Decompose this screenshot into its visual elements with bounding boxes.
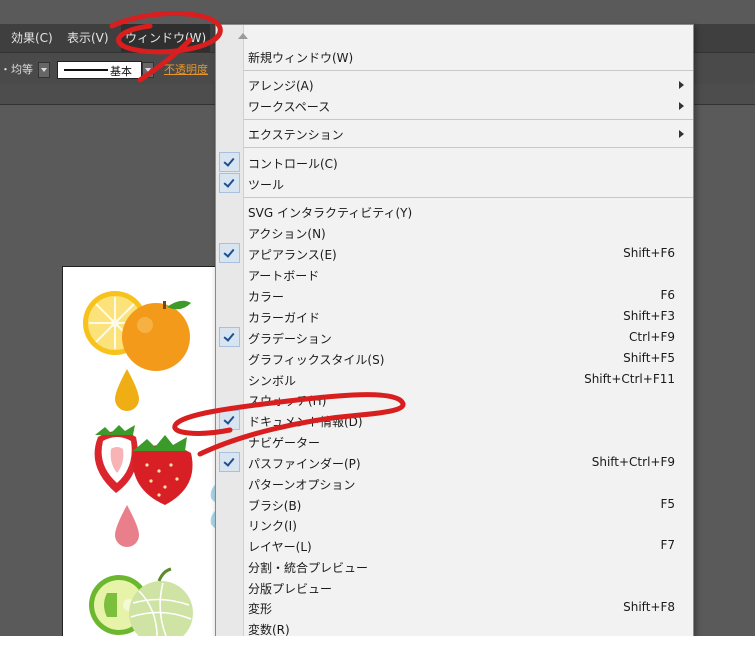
menu-item-actions[interactable]: アクション(N) (216, 222, 693, 243)
menu-item-transform[interactable]: 変形 Shift+F8 (216, 597, 693, 618)
menu-item-label: エクステンション (248, 128, 344, 142)
menu-item-artboards[interactable]: アートボード (216, 264, 693, 285)
menu-item-shortcut: F7 (660, 538, 675, 552)
menu-item-control[interactable]: コントロール(C) (216, 152, 693, 173)
menu-item-svg-interactivity[interactable]: SVG インタラクティビティ(Y) (216, 201, 693, 222)
scroll-up-icon[interactable] (238, 33, 248, 39)
menu-separator (244, 119, 693, 120)
menu-separator (244, 197, 693, 198)
checkmark-icon (219, 410, 240, 430)
menu-item-navigator[interactable]: ナビゲーター (216, 431, 693, 452)
menu-item-workspace[interactable]: ワークスペース (216, 95, 693, 116)
menu-item-separations-preview[interactable]: 分版プレビュー (216, 577, 693, 598)
menu-item-shortcut: Shift+F8 (623, 600, 675, 614)
menu-item-label: リンク(I) (248, 519, 297, 533)
menu-item-label: 分割・統合プレビュー (248, 561, 369, 575)
menu-item-symbols[interactable]: シンボル Shift+Ctrl+F11 (216, 369, 693, 390)
menu-item-graphic-styles[interactable]: グラフィックスタイル(S) Shift+F5 (216, 348, 693, 369)
menu-window[interactable]: ウィンドウ(W) (121, 24, 211, 52)
menu-item-label: アートボード (248, 269, 320, 283)
menu-item-brushes[interactable]: ブラシ(B) F5 (216, 494, 693, 515)
menu-item-label: カラー (248, 290, 285, 304)
menu-view[interactable]: 表示(V) (63, 24, 113, 52)
menu-separator (244, 147, 693, 148)
menu-item-label: コントロール(C) (248, 157, 338, 171)
menu-item-label: パスファインダー(P) (248, 457, 361, 471)
menu-item-color-guide[interactable]: カラーガイド Shift+F3 (216, 306, 693, 327)
menu-item-label: ブラシ(B) (248, 499, 302, 513)
cut-strawberry-illustration (94, 425, 138, 493)
yellow-drop-illustration (115, 369, 139, 411)
menu-item-label: パターンオプション (248, 478, 356, 492)
opacity-link[interactable]: 不透明度 (164, 61, 208, 77)
menu-item-shortcut: Shift+F6 (623, 246, 675, 260)
menu-item-shortcut: Shift+Ctrl+F9 (591, 455, 675, 469)
stroke-preview (64, 69, 108, 71)
menu-item-label: ナビゲーター (248, 436, 321, 450)
submenu-arrow-icon (679, 102, 684, 110)
menu-item-shortcut: Shift+F3 (623, 309, 675, 323)
checkmark-icon (219, 243, 240, 263)
menu-item-label: スウォッチ(H) (248, 394, 327, 408)
menu-effect[interactable]: 効果(C) (7, 24, 57, 52)
stroke-style-selector[interactable]: 基本 (57, 61, 142, 79)
window-dropdown-menu: 新規ウィンドウ(W) アレンジ(A) ワークスペース エクステンション コントロ… (215, 24, 694, 636)
menu-item-pathfinder[interactable]: パスファインダー(P) Shift+Ctrl+F9 (216, 452, 693, 473)
menu-item-label: アクション(N) (248, 227, 326, 241)
menu-item-label: SVG インタラクティビティ(Y) (248, 206, 413, 220)
strawberry-illustration (132, 435, 193, 505)
menu-item-shortcut: F5 (660, 497, 675, 511)
menu-item-swatches[interactable]: スウォッチ(H) (216, 389, 693, 410)
menu-item-label: レイヤー(L) (248, 540, 312, 554)
menu-item-label: シンボル (248, 374, 297, 388)
menu-item-shortcut: Ctrl+F9 (629, 330, 675, 344)
menu-item-shortcut: Shift+F5 (623, 351, 675, 365)
menu-item-new-window[interactable]: 新規ウィンドウ(W) (216, 46, 693, 67)
menu-item-variables[interactable]: 変数(R) (216, 618, 693, 636)
menu-item-shortcut: Shift+Ctrl+F11 (584, 372, 675, 386)
menu-item-flattener-preview[interactable]: 分割・統合プレビュー (216, 556, 693, 577)
stroke-style-dropdown[interactable] (142, 62, 154, 78)
menu-item-layers[interactable]: レイヤー(L) F7 (216, 535, 693, 556)
uniform-label: ・均等 (0, 63, 33, 76)
menu-item-shortcut: F6 (660, 288, 675, 302)
checkmark-icon (219, 452, 240, 472)
menu-item-label: ツール (248, 178, 285, 192)
menu-item-label: ドキュメント情報(D) (248, 415, 363, 429)
menu-item-arrange[interactable]: アレンジ(A) (216, 74, 693, 95)
menu-item-label: 変形 (248, 602, 273, 616)
pink-drop-illustration (115, 505, 139, 547)
menu-item-extensions[interactable]: エクステンション (216, 123, 693, 144)
menu-item-appearance[interactable]: アピアランス(E) Shift+F6 (216, 243, 693, 264)
menu-item-label: 変数(R) (248, 623, 290, 636)
menu-item-label: アピアランス(E) (248, 248, 337, 262)
checkmark-icon (219, 152, 240, 172)
menu-item-label: 分版プレビュー (248, 582, 333, 596)
submenu-arrow-icon (679, 130, 684, 138)
menu-item-label: グラフィックスタイル(S) (248, 353, 385, 367)
menu-item-gradient[interactable]: グラデーション Ctrl+F9 (216, 327, 693, 348)
profile-dropdown[interactable] (38, 62, 50, 78)
menu-item-label: アレンジ(A) (248, 79, 314, 93)
menu-item-label: 新規ウィンドウ(W) (248, 51, 354, 65)
menu-separator (244, 70, 693, 71)
illustrator-window: 効果(C) 表示(V) ウィンドウ(W) ・均等 基本 不透明度 新規ウィンドウ… (0, 0, 755, 636)
menu-item-links[interactable]: リンク(I) (216, 514, 693, 535)
menu-item-document-info[interactable]: ドキュメント情報(D) (216, 410, 693, 431)
menu-item-color[interactable]: カラー F6 (216, 285, 693, 306)
menu-item-pattern-options[interactable]: パターンオプション (216, 473, 693, 494)
submenu-arrow-icon (679, 81, 684, 89)
melon-illustration (129, 567, 193, 636)
checkmark-icon (219, 327, 240, 347)
menu-item-label: グラデーション (248, 332, 332, 346)
menu-item-tools[interactable]: ツール (216, 173, 693, 194)
checkmark-icon (219, 173, 240, 193)
menu-item-label: カラーガイド (248, 311, 321, 325)
stroke-style-label: 基本 (110, 65, 132, 78)
menu-item-label: ワークスペース (248, 100, 331, 114)
